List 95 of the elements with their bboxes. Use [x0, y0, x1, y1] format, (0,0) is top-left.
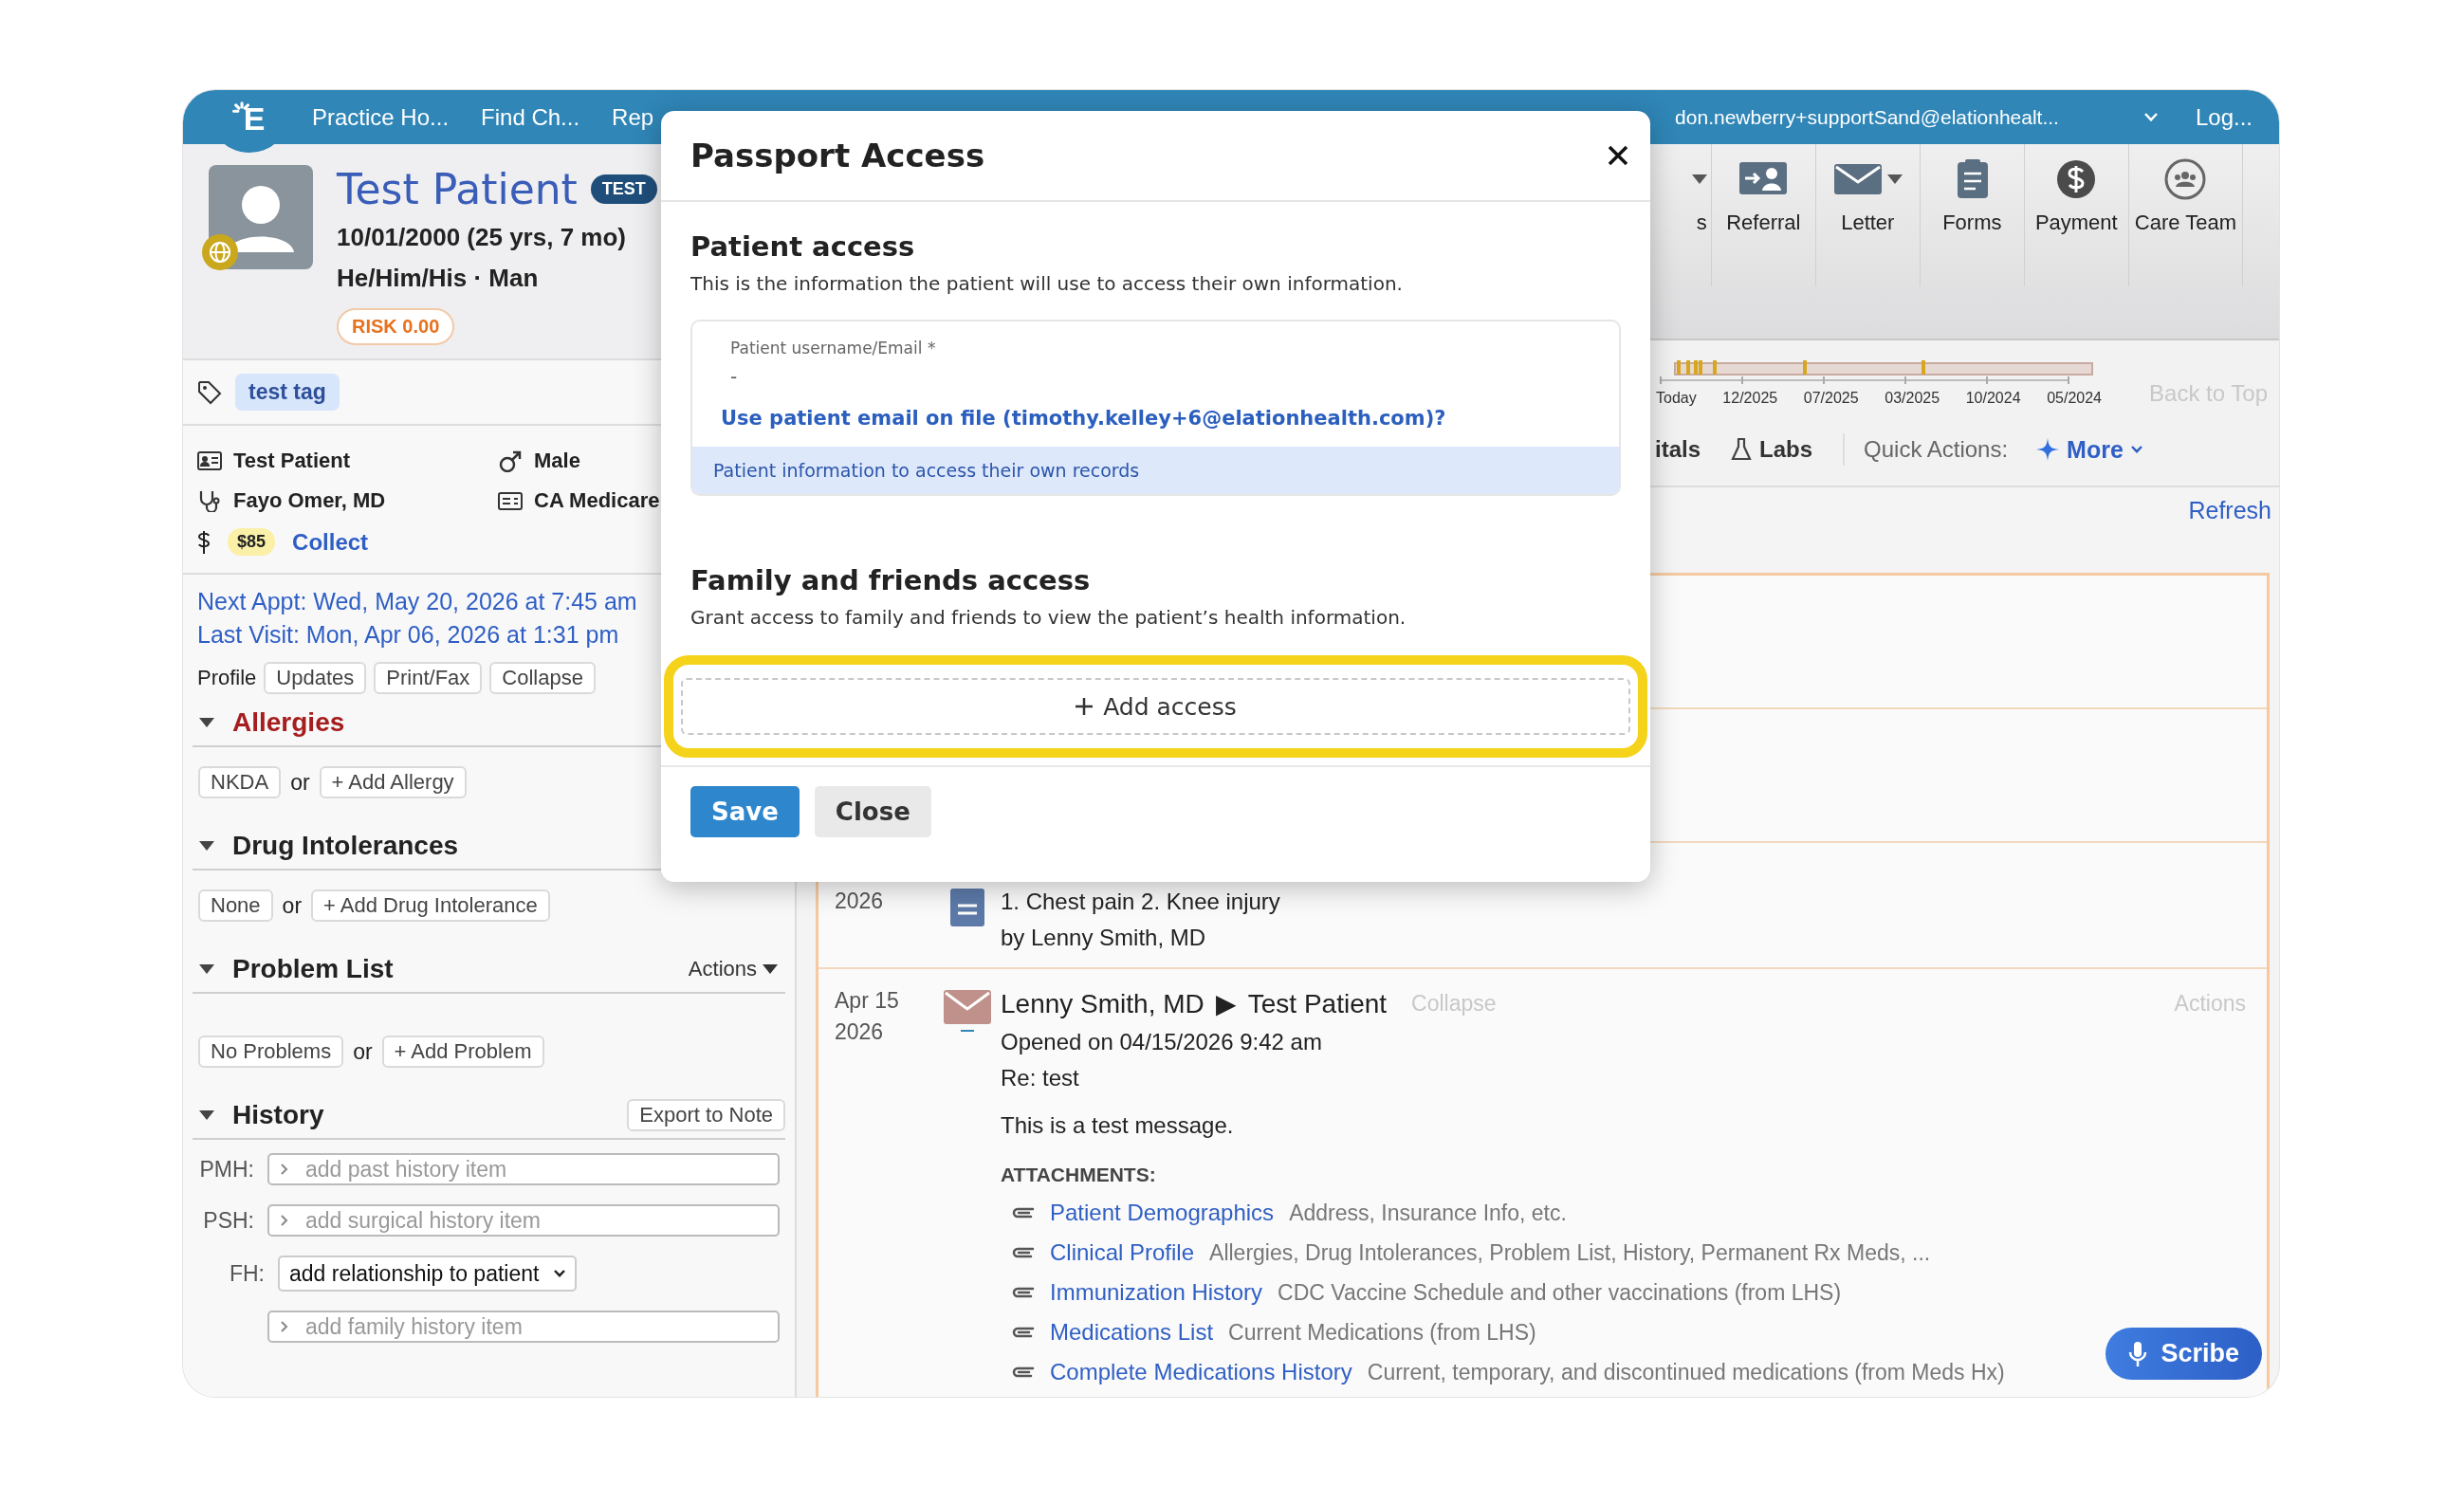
timeline-label: Today	[1656, 390, 1697, 407]
test-badge: TEST	[590, 174, 657, 204]
logout-link[interactable]: Log...	[2195, 103, 2253, 131]
or-label: or	[282, 892, 303, 919]
pronouns: He/Him/His · Man	[337, 264, 540, 293]
attachment-description: Current, temporary, and discontinued medications (from Meds Hx)	[1367, 1359, 2005, 1385]
attachment-link[interactable]: Patient Demographics	[1050, 1200, 1275, 1226]
profile-label: Profile	[197, 666, 257, 690]
history-input-field[interactable]: add past history item	[267, 1153, 780, 1185]
section-title: History	[232, 1100, 324, 1130]
scribe-button[interactable]: Scribe	[2105, 1328, 2262, 1380]
attachment-link[interactable]: Immunization History	[1050, 1279, 1263, 1306]
recipient-name: Test Patient	[1247, 988, 1388, 1019]
attachments-heading: ATTACHMENTS:	[1001, 1164, 1157, 1186]
history-input-field[interactable]: add family history item	[267, 1311, 780, 1343]
timeline-label: 07/2025	[1803, 390, 1859, 407]
nav-item[interactable]: Rep	[612, 103, 654, 131]
arrow-glyph: ▶	[1215, 988, 1237, 1019]
entry-date: Apr 15	[835, 988, 900, 1014]
message-text: This is a test message.	[1001, 1112, 1235, 1139]
timeline-label: 10/2024	[1965, 390, 2021, 407]
info-banner: Patient information to access their own records	[692, 447, 1619, 494]
balance-badge: $85	[228, 528, 276, 556]
nav-item[interactable]: Find Ch...	[481, 103, 580, 131]
tab[interactable]: Labs	[1731, 436, 1825, 463]
section-description: Grant access to family and friends to view the patient’s health information.	[690, 606, 1407, 629]
info-text: Test Patient	[233, 449, 351, 473]
or-label: or	[353, 1038, 373, 1065]
option-button[interactable]: No Problems	[198, 1036, 344, 1068]
attachment-link[interactable]: Complete Medications History	[1050, 1359, 1352, 1385]
birth-date: 10/01/2000 (25 yrs, 7 mo)	[337, 223, 627, 252]
field-label: FH:	[228, 1260, 265, 1287]
entry-year: 2026	[835, 889, 885, 914]
account-menu[interactable]: don.newberry+supportSand@elationhealt...	[1675, 105, 2059, 129]
export-button[interactable]: Export to Note	[627, 1099, 785, 1131]
collect-link[interactable]: Collect	[292, 528, 369, 556]
more-menu[interactable]: More	[2031, 434, 2148, 465]
dialog-title: Passport Access	[690, 137, 985, 174]
attachment-description: Current Medications (from LHS)	[1228, 1319, 1536, 1346]
add-access-button[interactable]: Add access	[681, 678, 1630, 735]
attachment-description: Allergies, Drug Intolerances, Problem List, History, Permanent Rx Meds, ...	[1209, 1239, 1931, 1266]
toolbar-button[interactable]: Forms	[1920, 144, 2025, 286]
section-description: This is the information the patient will use to access their own information.	[690, 272, 1404, 295]
quick-actions-label: Quick Actions:	[1864, 436, 2009, 463]
patient-name: Test Patient	[337, 165, 578, 213]
opened-date: Opened on 04/15/2026 9:42 am	[1001, 1029, 1323, 1055]
section-title: Allergies	[232, 707, 345, 738]
attachment-description: CDC Vaccine Schedule and other vaccinations (from LHS)	[1278, 1279, 1842, 1306]
option-button[interactable]: None	[198, 889, 273, 922]
nav-item[interactable]: Practice Ho...	[312, 103, 450, 131]
option-button[interactable]: NKDA	[198, 766, 282, 798]
field-label: PSH:	[202, 1207, 254, 1234]
subject-line: Re: test	[1001, 1065, 1080, 1091]
risk-score: RISK 0.00	[337, 308, 455, 345]
relationship-dropdown[interactable]: add relationship to patient	[278, 1256, 578, 1292]
timeline-label: 03/2025	[1885, 390, 1940, 407]
patient-tag[interactable]: test tag	[235, 374, 340, 411]
entry-year: 2026	[835, 1019, 885, 1045]
field-label: PMH:	[198, 1156, 254, 1182]
toolbar-button[interactable]: Letter	[1815, 144, 1921, 286]
or-label: or	[290, 769, 310, 796]
toolbar-button[interactable]: s	[1683, 144, 1712, 286]
info-text: Fayo Omer, MD	[233, 488, 386, 513]
section-title: Drug Intolerances	[232, 831, 459, 861]
attachment-link[interactable]: Clinical Profile	[1050, 1239, 1195, 1266]
toolbar-button[interactable]: Referral	[1711, 144, 1816, 286]
entry-text: 1. Chest pain 2. Knee injury	[1001, 889, 1281, 915]
profile-button[interactable]: Collapse	[489, 662, 596, 694]
info-text: CA Medicare	[534, 488, 660, 513]
entry-text: by Lenny Smith, MD	[1001, 925, 1207, 951]
timeline-label: 05/2024	[2047, 390, 2102, 407]
profile-button[interactable]: Updates	[264, 662, 367, 694]
use-email-link[interactable]: Use patient email on file (timothy.kelley+6@elationhealth.com)?	[692, 395, 1619, 447]
option-button[interactable]: + Add Allergy	[319, 766, 467, 798]
attachment-description: Address, Insurance Info, etc.	[1289, 1200, 1567, 1226]
section-heading: Family and friends access	[690, 564, 1092, 596]
sender-name: Lenny Smith, MD	[1001, 988, 1204, 1019]
close-button[interactable]: Close	[814, 786, 931, 837]
section-heading: Patient access	[690, 230, 916, 263]
option-button[interactable]: + Add Problem	[381, 1036, 544, 1068]
toolbar-button[interactable]: Care Team	[2128, 144, 2243, 286]
username-field[interactable]: -	[730, 358, 759, 395]
info-text: Male	[534, 449, 580, 473]
timeline-label: 12/2025	[1722, 390, 1778, 407]
save-button[interactable]: Save	[690, 786, 800, 837]
field-label: Patient username/Email *	[730, 339, 936, 358]
refresh-link[interactable]: Refresh	[2188, 497, 2271, 544]
history-input-field[interactable]: add surgical history item	[267, 1204, 780, 1237]
actions-menu[interactable]: Actions	[680, 957, 785, 981]
option-button[interactable]: + Add Drug Intolerance	[311, 889, 550, 922]
tab[interactable]: itals	[1655, 436, 1713, 463]
attachment-link[interactable]: Medications List	[1050, 1319, 1214, 1346]
profile-button[interactable]: Print/Fax	[374, 662, 483, 694]
toolbar-button[interactable]: Payment	[2024, 144, 2129, 286]
section-title: Problem List	[232, 954, 394, 984]
